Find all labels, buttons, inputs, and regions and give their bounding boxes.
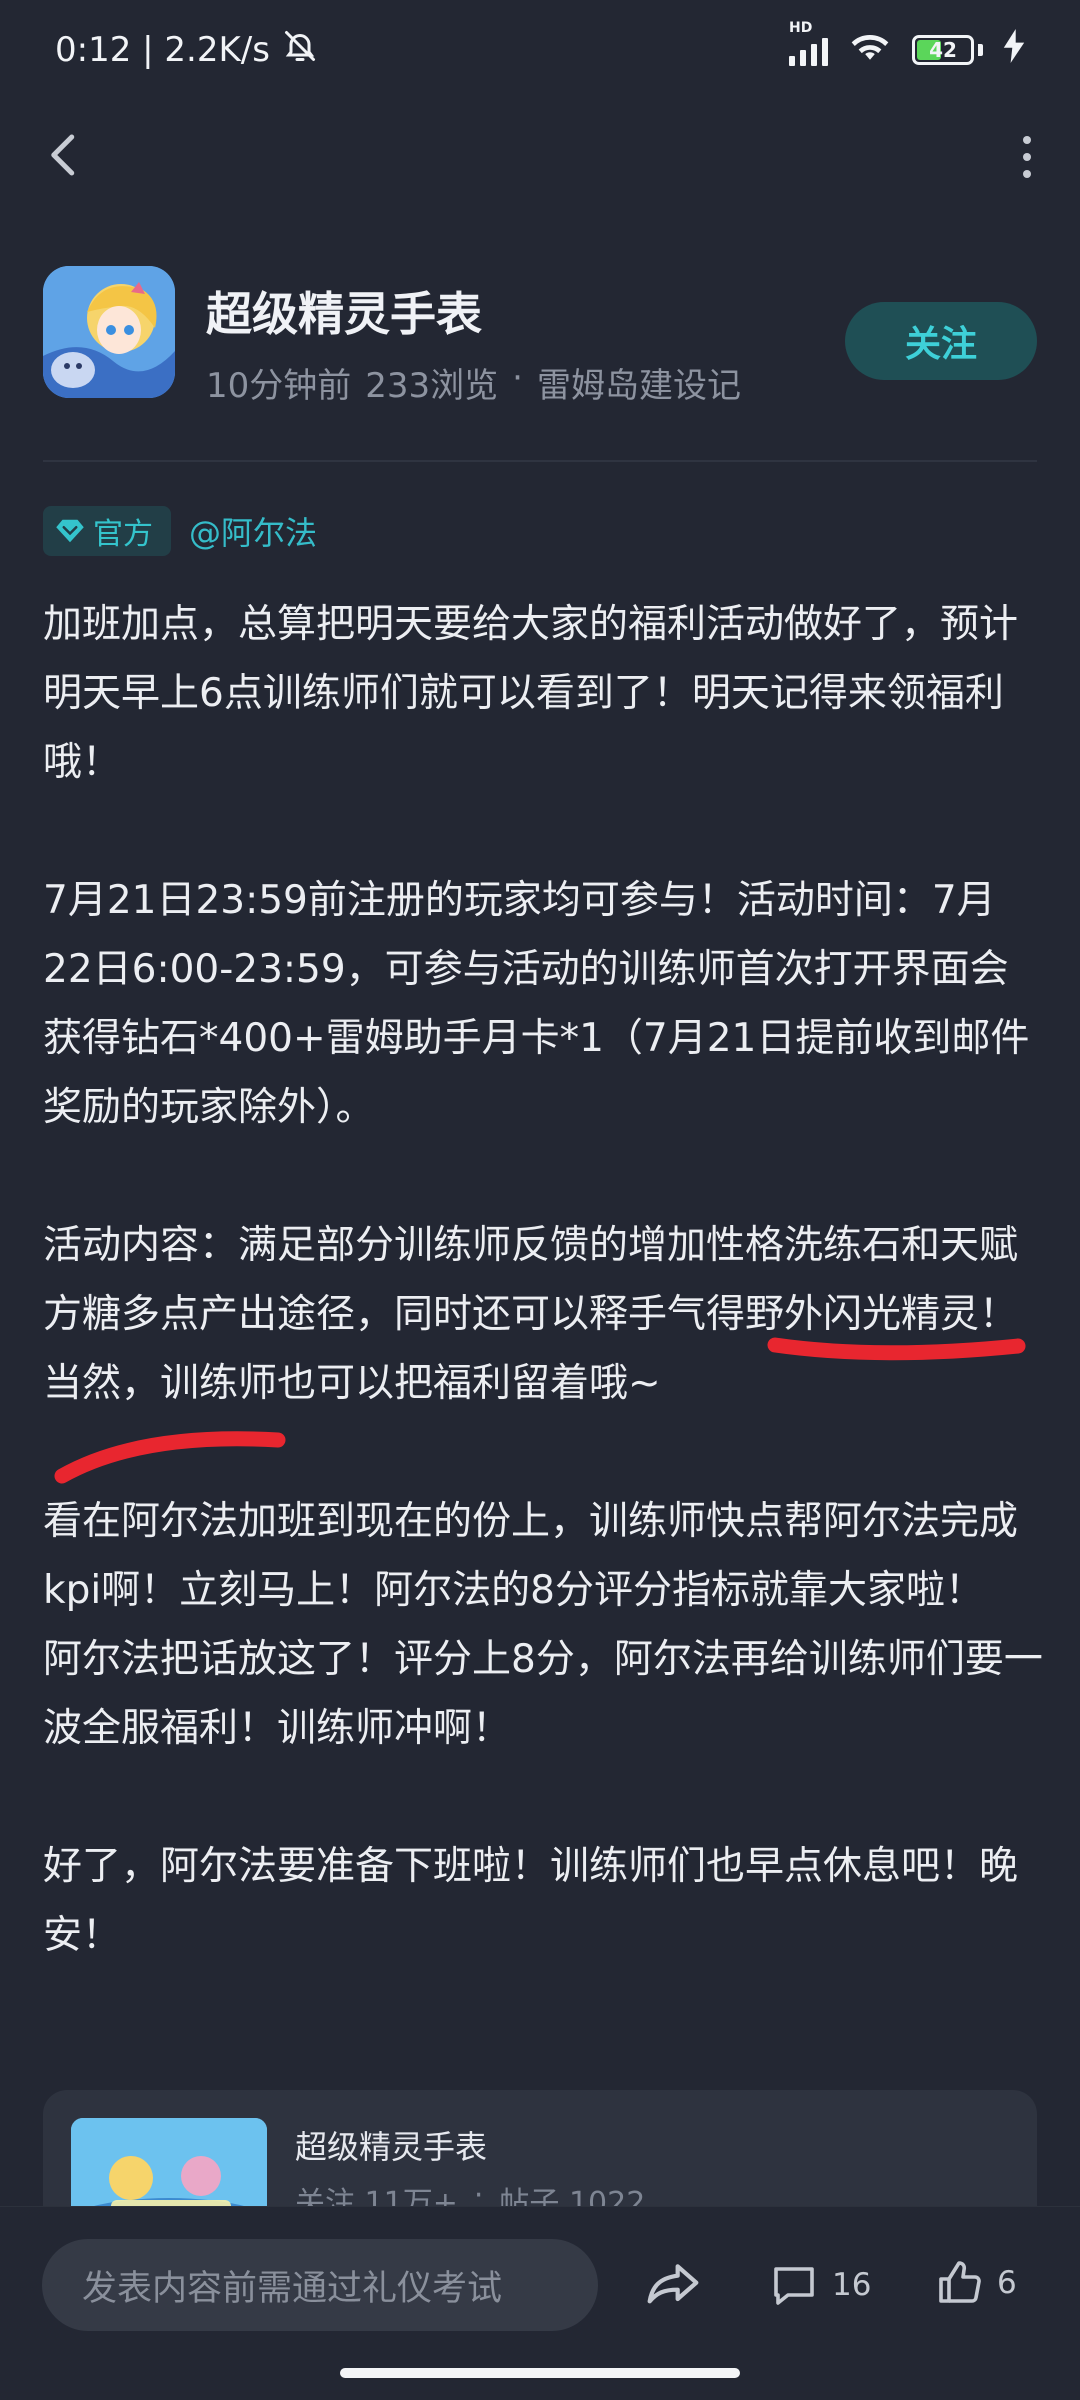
battery-tip — [978, 44, 983, 56]
charging-bolt-icon — [1003, 28, 1025, 72]
post-time: 10分钟前 — [206, 366, 352, 406]
comment-input[interactable]: 发表内容前需通过礼仪考试 — [42, 2239, 598, 2331]
post-header: 超级精灵手表 10分钟前 233浏览 · 雷姆岛建设记 关注 — [43, 266, 1037, 406]
post-views: 233浏览 — [365, 366, 499, 406]
back-button[interactable] — [38, 128, 92, 182]
comment-count: 16 — [832, 2267, 872, 2303]
post-section[interactable]: 雷姆岛建设记 — [537, 358, 741, 407]
divider — [43, 460, 1037, 462]
paragraph: 活动内容：满足部分训练师反馈的增加性格洗练石和天赋方糖多点产出途径，同时还可以释… — [43, 1223, 1019, 1406]
post-meta: 10分钟前 233浏览 · 雷姆岛建设记 — [206, 358, 741, 407]
like-button[interactable]: 6 — [935, 2253, 1017, 2313]
battery-icon: 42 — [912, 35, 974, 65]
home-indicator[interactable] — [340, 2368, 740, 2378]
official-badge: 官方 — [43, 506, 171, 556]
game-character-art — [43, 266, 175, 398]
dot — [1023, 153, 1031, 161]
author-name[interactable]: @阿尔法 — [189, 508, 317, 554]
mute-bell-icon — [282, 28, 318, 73]
status-bar: 0:12 | 2.2K/s HD 42 — [0, 0, 1080, 100]
paragraph: 加班加点，总算把明天要给大家的福利活动做好了，预计明天早上6点训练师们就可以看到… — [43, 602, 1019, 785]
post-content: 加班加点，总算把明天要给大家的福利活动做好了，预计明天早上6点训练师们就可以看到… — [43, 590, 1043, 1970]
follow-button[interactable]: 关注 — [845, 302, 1037, 380]
game-avatar[interactable] — [43, 266, 175, 398]
author-row: 官方 @阿尔法 — [43, 505, 317, 557]
share-button[interactable] — [645, 2257, 701, 2313]
paragraph: 好了，阿尔法要准备下班啦！训练师们也早点休息吧！晚安！ — [43, 1844, 1019, 1958]
thumbs-up-icon — [939, 2261, 981, 2303]
dot — [1023, 170, 1031, 178]
share-icon — [647, 2264, 699, 2304]
card-title: 超级精灵手表 — [295, 2128, 488, 2166]
diamond-icon — [56, 519, 84, 543]
status-right: HD 42 — [789, 20, 1025, 72]
game-title[interactable]: 超级精灵手表 — [206, 278, 482, 344]
status-time-speed: 0:12 | 2.2K/s — [55, 30, 270, 70]
cellular-signal-icon: HD — [789, 20, 828, 66]
status-left: 0:12 | 2.2K/s — [55, 28, 318, 73]
battery-level: 42 — [929, 38, 957, 62]
paragraph: 7月21日23:59前注册的玩家均可参与！活动时间：7月22日6:00-23:5… — [43, 878, 1030, 1130]
dot — [1023, 136, 1031, 144]
chevron-left-icon — [51, 134, 75, 176]
hd-label: HD — [789, 20, 813, 36]
comment-icon — [774, 2267, 814, 2305]
paragraph: 阿尔法把话放这了！评分上8分，阿尔法再给训练师们要一波全服福利！训练师冲啊！ — [43, 1637, 1043, 1751]
official-label: 官方 — [93, 517, 153, 552]
nav-bar — [0, 110, 1080, 200]
comment-button[interactable]: 16 — [770, 2255, 871, 2315]
like-count: 6 — [997, 2265, 1017, 2301]
meta-separator: · — [512, 358, 523, 398]
paragraph: 看在阿尔法加班到现在的份上，训练师快点帮阿尔法完成kpi啊！立刻马上！阿尔法的8… — [43, 1499, 1019, 1613]
wifi-icon — [848, 29, 892, 72]
more-options-button[interactable] — [1012, 130, 1042, 184]
